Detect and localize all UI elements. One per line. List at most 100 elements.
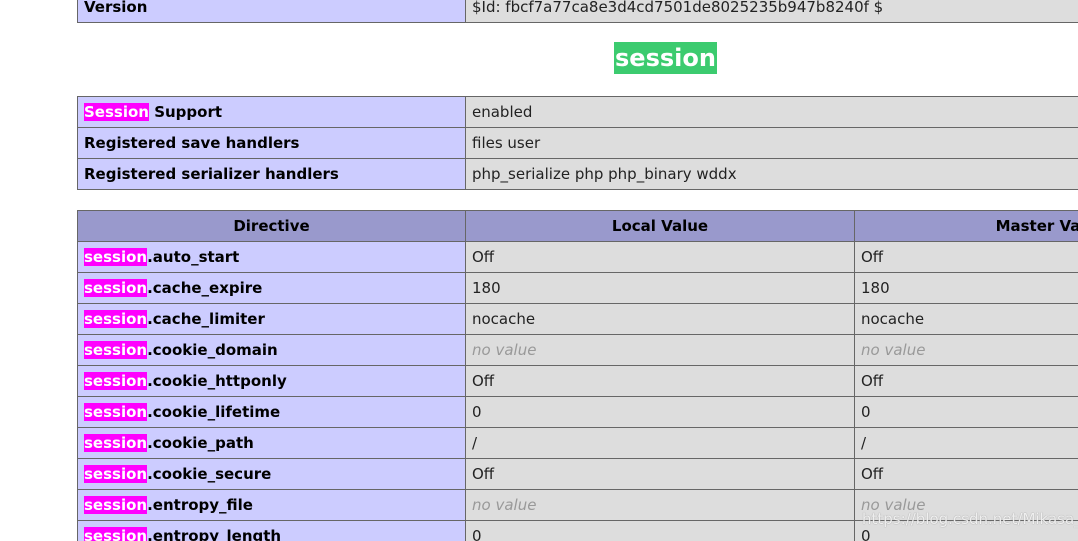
local-value: no value xyxy=(465,489,855,521)
local-value: 0 xyxy=(465,396,855,428)
header-local-value: Local Value xyxy=(465,210,855,242)
search-highlight: session xyxy=(84,372,148,390)
search-highlight: session xyxy=(84,248,148,266)
directive-suffix: .cookie_path xyxy=(147,434,254,452)
save-handlers-value: files user xyxy=(465,127,1078,159)
search-highlight: session xyxy=(84,310,148,328)
directive-suffix: .cookie_secure xyxy=(147,465,272,483)
search-highlight: session xyxy=(84,434,148,452)
section-heading-session[interactable]: session xyxy=(614,42,717,74)
version-value: $Id: fbcf7a77ca8e3d4cd7501de8025235b947b… xyxy=(465,0,1078,23)
table-row: session.cookie_lifetime 0 0 xyxy=(77,396,1078,428)
local-value-text: 180 xyxy=(472,279,501,297)
master-value-text: 0 xyxy=(861,527,871,541)
serializer-handlers-value: php_serialize php php_binary wddx xyxy=(465,158,1078,190)
master-value-text: nocache xyxy=(861,310,925,328)
phpinfo-page: Version $Id: fbcf7a77ca8e3d4cd7501de8025… xyxy=(0,0,1078,541)
directive-suffix: .cookie_domain xyxy=(147,341,278,359)
directive-name: session.cookie_secure xyxy=(77,458,466,490)
master-value: / xyxy=(854,427,1078,459)
local-value-text: 0 xyxy=(472,527,482,541)
watermark: https://blog.csdn.net/Mikasa_ xyxy=(862,510,1078,528)
local-value-text: Off xyxy=(472,372,495,390)
session-support-value: enabled xyxy=(465,96,1078,128)
directive-name: session.cookie_httponly xyxy=(77,365,466,397)
master-value: no value xyxy=(854,334,1078,366)
master-value: Off xyxy=(854,365,1078,397)
directive-name: session.cache_expire xyxy=(77,272,466,304)
table-row: session.auto_start Off Off xyxy=(77,241,1078,273)
search-highlight: session xyxy=(84,465,148,483)
search-highlight: session xyxy=(84,496,148,514)
master-value: Off xyxy=(854,458,1078,490)
master-value: Off xyxy=(854,241,1078,273)
directive-name: session.entropy_length xyxy=(77,520,466,541)
directive-name: session.cookie_lifetime xyxy=(77,396,466,428)
directive-name: session.cache_limiter xyxy=(77,303,466,335)
directive-table: Directive Local Value Master Value sessi… xyxy=(77,210,1078,541)
directive-suffix: .cache_limiter xyxy=(147,310,265,328)
local-value: / xyxy=(465,427,855,459)
search-highlight: session xyxy=(84,279,148,297)
directive-suffix: .cookie_httponly xyxy=(147,372,287,390)
local-value: 180 xyxy=(465,272,855,304)
directive-suffix: .entropy_length xyxy=(147,527,282,541)
master-value: 180 xyxy=(854,272,1078,304)
table-row: session.cookie_path / / xyxy=(77,427,1078,459)
directive-suffix: .auto_start xyxy=(147,248,240,266)
master-value-text: 180 xyxy=(861,279,890,297)
directive-suffix: .cache_expire xyxy=(147,279,263,297)
local-value: 0 xyxy=(465,520,855,541)
local-value-text: Off xyxy=(472,465,495,483)
table-row: Session Support enabled xyxy=(77,96,1078,128)
master-value: 0 xyxy=(854,396,1078,428)
directive-name: session.cookie_path xyxy=(77,427,466,459)
search-highlight: Session xyxy=(84,103,149,121)
table-row: Registered save handlers files user xyxy=(77,127,1078,159)
save-handlers-label: Registered save handlers xyxy=(77,127,466,159)
directive-name: session.entropy_file xyxy=(77,489,466,521)
local-value: no value xyxy=(465,334,855,366)
master-value-text: / xyxy=(861,434,867,452)
directive-suffix: .entropy_file xyxy=(147,496,253,514)
master-value-text: no value xyxy=(861,341,926,359)
directive-name: session.auto_start xyxy=(77,241,466,273)
master-value-text: Off xyxy=(861,372,884,390)
local-value-text: no value xyxy=(472,341,537,359)
table-row: session.cookie_domain no value no value xyxy=(77,334,1078,366)
directive-rows: session.auto_start Off Off session.cache_ex… xyxy=(77,241,1078,541)
local-value: Off xyxy=(465,241,855,273)
directive-header-row: Directive Local Value Master Value xyxy=(77,210,1078,242)
search-highlight: session xyxy=(84,527,148,541)
directive-suffix: .cookie_lifetime xyxy=(147,403,281,421)
header-directive: Directive xyxy=(77,210,466,242)
local-value: nocache xyxy=(465,303,855,335)
table-row: session.cookie_secure Off Off xyxy=(77,458,1078,490)
master-value-text: Off xyxy=(861,248,884,266)
local-value-text: Off xyxy=(472,248,495,266)
local-value-text: no value xyxy=(472,496,537,514)
session-support-table: Session Support enabled Registered save … xyxy=(77,96,1078,190)
master-value-text: 0 xyxy=(861,403,871,421)
local-value-text: / xyxy=(472,434,478,452)
session-support-label: Session Support xyxy=(77,96,466,128)
master-value: nocache xyxy=(854,303,1078,335)
search-highlight: session xyxy=(84,341,148,359)
table-row: Registered serializer handlers php_seria… xyxy=(77,158,1078,190)
local-value-text: nocache xyxy=(472,310,536,328)
table-row: session.cookie_httponly Off Off xyxy=(77,365,1078,397)
version-label: Version xyxy=(77,0,466,23)
local-value: Off xyxy=(465,458,855,490)
directive-name: session.cookie_domain xyxy=(77,334,466,366)
search-highlight: session xyxy=(84,403,148,421)
version-table: Version $Id: fbcf7a77ca8e3d4cd7501de8025… xyxy=(77,0,1078,23)
local-value: Off xyxy=(465,365,855,397)
table-row: session.cache_limiter nocache nocache xyxy=(77,303,1078,335)
local-value-text: 0 xyxy=(472,403,482,421)
master-value-text: Off xyxy=(861,465,884,483)
label-rest: Support xyxy=(148,103,223,121)
header-master-value: Master Value xyxy=(854,210,1078,242)
table-row: session.cache_expire 180 180 xyxy=(77,272,1078,304)
version-row: Version $Id: fbcf7a77ca8e3d4cd7501de8025… xyxy=(77,0,1078,23)
serializer-handlers-label: Registered serializer handlers xyxy=(77,158,466,190)
